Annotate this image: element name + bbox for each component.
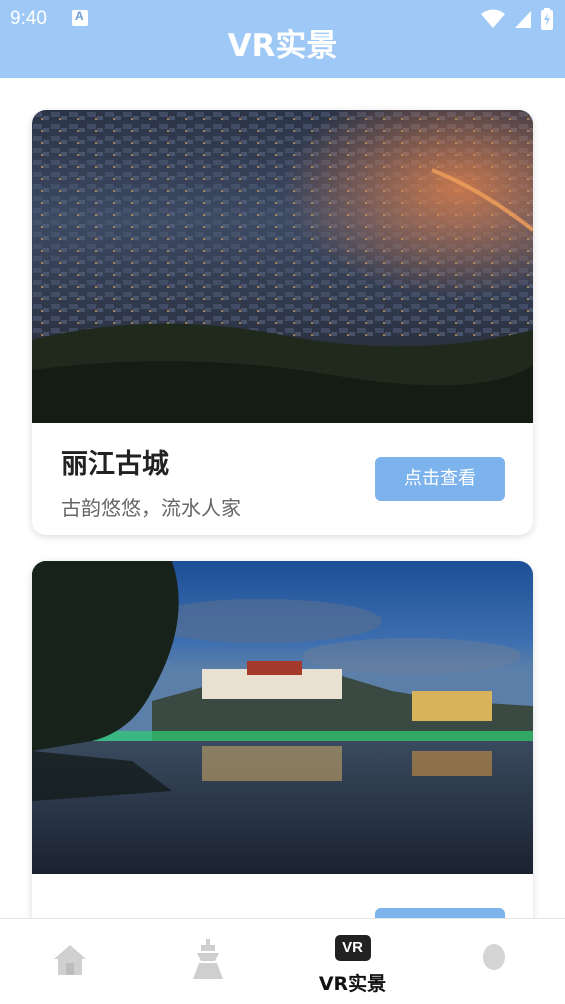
- vr-icon: VR: [334, 935, 371, 961]
- lijiang-night-image: [32, 110, 533, 423]
- nav-item-attractions[interactable]: [141, 919, 282, 1004]
- potala-night-image: [32, 561, 533, 874]
- app-header: 9:40 VR实景: [0, 0, 565, 78]
- home-icon: [54, 945, 86, 975]
- nav-item-profile[interactable]: [423, 919, 564, 1004]
- card-title: 丽江古城: [61, 449, 169, 480]
- bottom-nav: VR VR实景: [0, 918, 565, 1004]
- page-title: VR实景: [227, 28, 338, 64]
- scenic-card-lijiang[interactable]: 丽江古城 古韵悠悠，流水人家 点击查看: [32, 110, 533, 535]
- nav-item-vr[interactable]: VR VR实景: [282, 919, 423, 1004]
- tower-icon: [193, 939, 223, 979]
- card-description: 古韵悠悠，流水人家: [61, 496, 241, 520]
- nav-label-vr: VR实景: [318, 973, 387, 995]
- nav-item-home[interactable]: [0, 919, 141, 1004]
- view-button[interactable]: 点击查看: [375, 457, 505, 501]
- profile-icon: [483, 944, 505, 970]
